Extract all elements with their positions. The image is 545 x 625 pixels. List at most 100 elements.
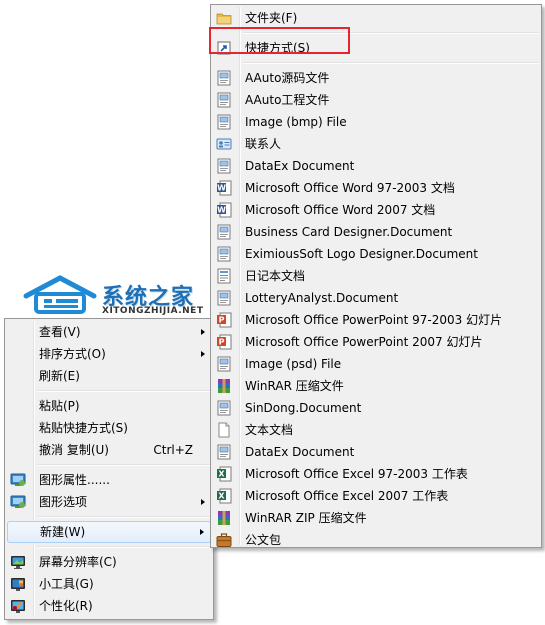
gadgets-icon (11, 578, 25, 591)
new-item-logo-designer[interactable]: EximiousSoft Logo Designer.Document (213, 243, 539, 265)
menu-item-paste[interactable]: 粘贴(P) (7, 395, 211, 417)
diary-doc-icon (217, 268, 231, 284)
menu-item-label: Microsoft Office Word 2007 文档 (245, 203, 436, 217)
menu-item-refresh[interactable]: 刷新(E) (7, 365, 211, 387)
menu-item-label: 文件夹(F) (245, 11, 298, 25)
menu-separator (37, 546, 211, 548)
menu-item-label: 新建(W) (40, 525, 86, 539)
monitor-icon (11, 556, 25, 569)
menu-item-label: 查看(V) (39, 325, 81, 339)
menu-item-view[interactable]: 查看(V) (7, 321, 211, 343)
menu-item-label: Image (bmp) File (245, 115, 347, 129)
menu-item-new[interactable]: 新建(W) (7, 521, 211, 543)
menu-item-label: Image (psd) File (245, 357, 342, 371)
generic-doc-icon (217, 290, 231, 306)
menu-item-personalize[interactable]: 个性化(R) (7, 595, 211, 617)
menu-item-label: WinRAR ZIP 压缩文件 (245, 511, 367, 525)
excel-doc-icon: X (217, 488, 232, 504)
annotation-highlight-box (209, 27, 350, 54)
new-item-powerpoint-97-2003[interactable]: P Microsoft Office PowerPoint 97-2003 幻灯… (213, 309, 539, 331)
new-item-word-2007[interactable]: W Microsoft Office Word 2007 文档 (213, 199, 539, 221)
submenu-arrow-icon (201, 499, 205, 505)
svg-text:X: X (218, 470, 225, 479)
menu-item-label: 屏幕分辨率(C) (39, 555, 117, 569)
menu-item-label: 小工具(G) (39, 577, 94, 591)
menu-item-sort-by[interactable]: 排序方式(O) (7, 343, 211, 365)
menu-item-label: Business Card Designer.Document (245, 225, 453, 239)
svg-text:P: P (219, 316, 225, 325)
new-item-excel-2007[interactable]: X Microsoft Office Excel 2007 工作表 (213, 485, 539, 507)
new-item-folder[interactable]: 文件夹(F) (213, 7, 539, 29)
new-item-briefcase[interactable]: 公文包 (213, 529, 539, 551)
new-item-winrar-zip[interactable]: WinRAR ZIP 压缩文件 (213, 507, 539, 529)
generic-doc-icon (217, 246, 231, 262)
menu-item-label: 联系人 (245, 137, 282, 151)
menu-separator (37, 390, 211, 392)
new-item-aauto-source[interactable]: AAuto源码文件 (213, 67, 539, 89)
desktop-context-menu: 查看(V) 排序方式(O) 刷新(E) 粘贴(P) 粘贴快捷方式(S) 撤消 复… (4, 318, 214, 620)
menu-item-gadgets[interactable]: 小工具(G) (7, 573, 211, 595)
generic-doc-icon (217, 158, 231, 174)
menu-item-label: Microsoft Office Excel 2007 工作表 (245, 489, 449, 503)
menu-item-label: Microsoft Office Word 97-2003 文档 (245, 181, 455, 195)
menu-item-label: EximiousSoft Logo Designer.Document (245, 247, 478, 261)
word-doc-icon: W (217, 180, 232, 196)
new-item-aauto-project[interactable]: AAuto工程文件 (213, 89, 539, 111)
generic-doc-icon (217, 114, 231, 130)
new-item-diary-document[interactable]: 日记本文档 (213, 265, 539, 287)
logo-mark-icon (23, 275, 97, 314)
menu-item-graphics-options[interactable]: 图形选项 (7, 491, 211, 513)
new-item-contact[interactable]: 联系人 (213, 133, 539, 155)
new-item-winrar-archive[interactable]: WinRAR 压缩文件 (213, 375, 539, 397)
new-item-text-document[interactable]: 文本文档 (213, 419, 539, 441)
menu-item-graphics-properties[interactable]: 图形属性...... (7, 469, 211, 491)
new-item-excel-97-2003[interactable]: X Microsoft Office Excel 97-2003 工作表 (213, 463, 539, 485)
menu-item-label: Microsoft Office PowerPoint 2007 幻灯片 (245, 335, 483, 349)
menu-item-label: 撤消 复制(U) (39, 443, 109, 457)
menu-item-label: 个性化(R) (39, 599, 93, 613)
menu-item-label: WinRAR 压缩文件 (245, 379, 344, 393)
menu-separator (37, 464, 211, 466)
generic-doc-icon (217, 356, 231, 372)
svg-text:P: P (219, 338, 225, 347)
text-doc-icon (218, 422, 230, 438)
submenu-arrow-icon (201, 351, 205, 357)
new-submenu: 文件夹(F) 快捷方式(S) AAuto源码文件 AAuto工程文件 Image… (210, 4, 542, 548)
new-item-dataex-document[interactable]: DataEx Document (213, 155, 539, 177)
new-item-dataex-document-2[interactable]: DataEx Document (213, 441, 539, 463)
menu-item-label: SinDong.Document (245, 401, 362, 415)
svg-text:W: W (217, 184, 226, 193)
menu-item-label: 公文包 (245, 533, 282, 547)
menu-item-screen-resolution[interactable]: 屏幕分辨率(C) (7, 551, 211, 573)
menu-item-label: DataEx Document (245, 445, 355, 459)
briefcase-icon (216, 533, 232, 547)
personalize-icon (11, 600, 25, 613)
menu-item-label: 图形属性...... (39, 473, 110, 487)
menu-item-shortcut: Ctrl+Z (153, 443, 193, 457)
excel-doc-icon: X (217, 466, 232, 482)
menu-item-label: DataEx Document (245, 159, 355, 173)
menu-item-label: 文本文档 (245, 423, 294, 437)
menu-item-label: 图形选项 (39, 495, 88, 509)
new-item-bmp-image[interactable]: Image (bmp) File (213, 111, 539, 133)
logo-domain: XITONGZHIJIA.NET (102, 306, 204, 316)
generic-doc-icon (217, 70, 231, 86)
new-item-business-card-designer[interactable]: Business Card Designer.Document (213, 221, 539, 243)
menu-item-label: Microsoft Office Excel 97-2003 工作表 (245, 467, 468, 481)
folder-icon (216, 13, 232, 25)
svg-text:W: W (217, 206, 226, 215)
new-item-word-97-2003[interactable]: W Microsoft Office Word 97-2003 文档 (213, 177, 539, 199)
winrar-icon (218, 511, 230, 525)
new-item-psd-image[interactable]: Image (psd) File (213, 353, 539, 375)
new-item-sindong-document[interactable]: SinDong.Document (213, 397, 539, 419)
menu-item-paste-shortcut[interactable]: 粘贴快捷方式(S) (7, 417, 211, 439)
menu-item-label: 粘贴(P) (39, 399, 80, 413)
new-item-lottery-analyst[interactable]: LotteryAnalyst.Document (213, 287, 539, 309)
menu-item-label: 日记本文档 (245, 269, 306, 283)
powerpoint-doc-icon: P (217, 312, 232, 328)
menu-item-label: AAuto源码文件 (245, 71, 330, 85)
new-item-powerpoint-2007[interactable]: P Microsoft Office PowerPoint 2007 幻灯片 (213, 331, 539, 353)
menu-item-label: LotteryAnalyst.Document (245, 291, 399, 305)
menu-item-undo-copy[interactable]: 撤消 复制(U) Ctrl+Z (7, 439, 211, 461)
menu-item-label: 刷新(E) (39, 369, 80, 383)
